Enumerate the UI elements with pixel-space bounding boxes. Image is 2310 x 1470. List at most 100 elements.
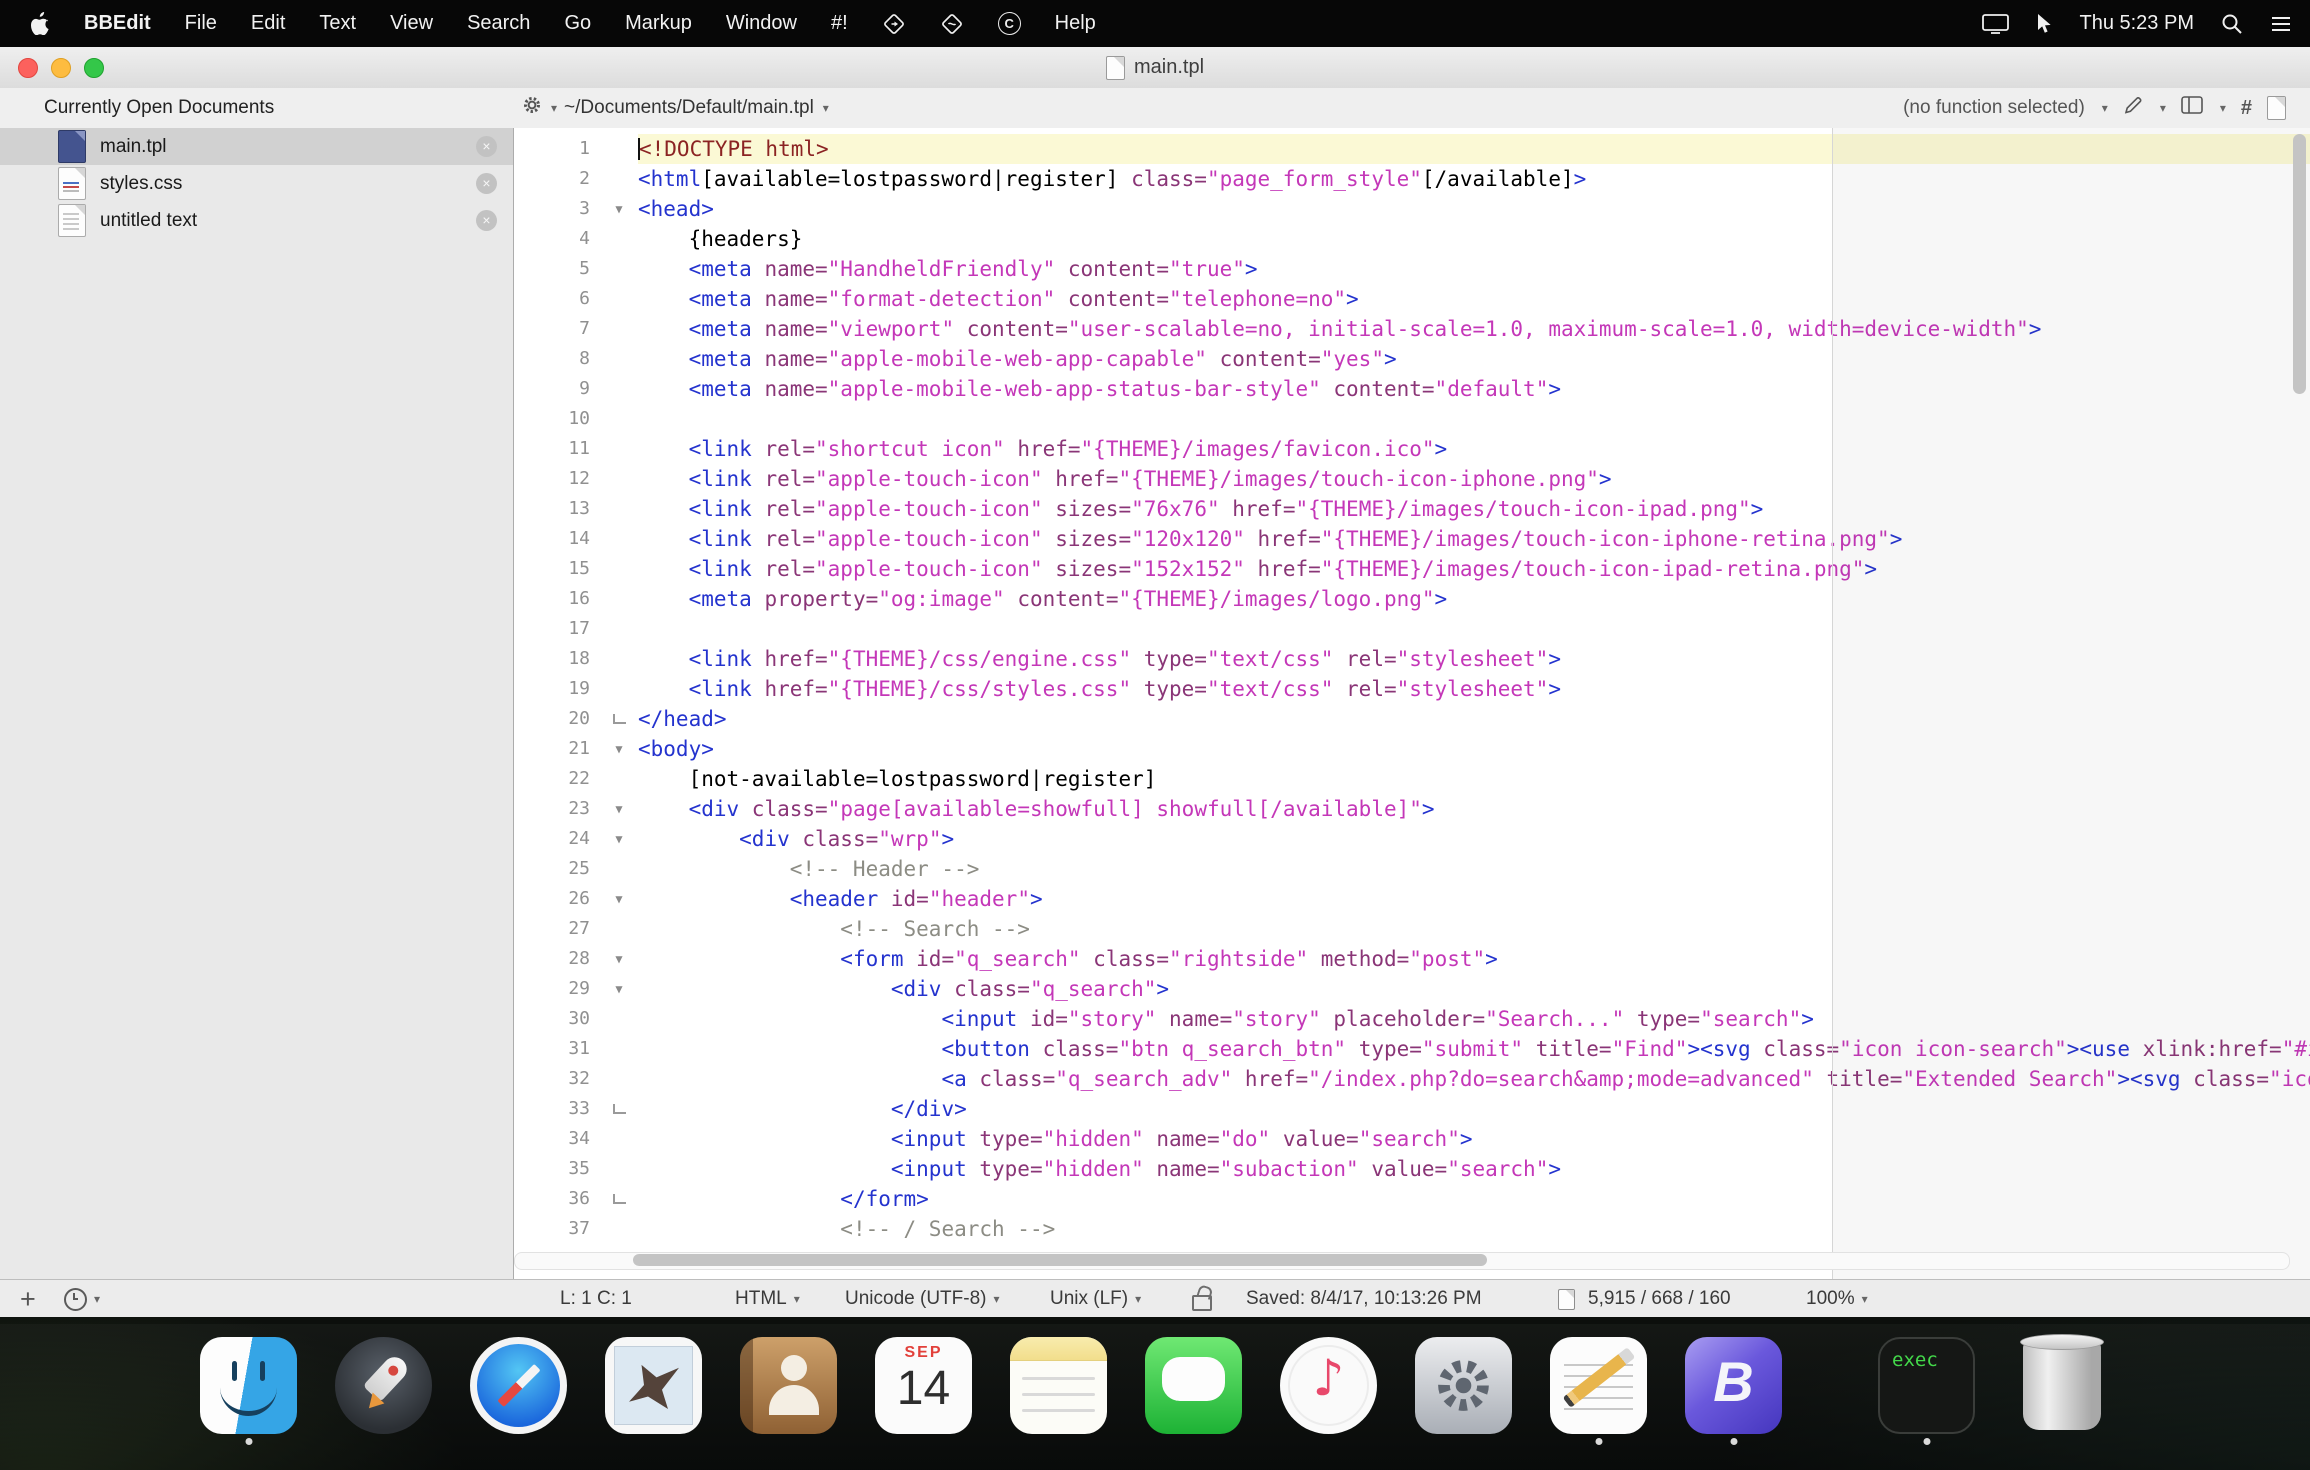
dock-system-preferences[interactable] xyxy=(1415,1337,1512,1441)
add-document-button[interactable]: + xyxy=(20,1280,36,1318)
code-line-16[interactable]: 16 <meta property="og:image" content="{T… xyxy=(514,584,2310,614)
close-document-icon[interactable]: × xyxy=(476,173,497,194)
sidebar-item-styles-css[interactable]: styles.css× xyxy=(0,165,513,202)
code-line-21[interactable]: 21▼<body> xyxy=(514,734,2310,764)
menu-item-window[interactable]: Window xyxy=(709,0,814,47)
dock-calendar[interactable]: SEP14 xyxy=(875,1337,972,1441)
code-line-9[interactable]: 9 <meta name="apple-mobile-web-app-statu… xyxy=(514,374,2310,404)
menu-item-text[interactable]: Text xyxy=(302,0,373,47)
code-line-36[interactable]: 36 </form> xyxy=(514,1184,2310,1214)
code-line-5[interactable]: 5 <meta name="HandheldFriendly" content=… xyxy=(514,254,2310,284)
dock-launchpad[interactable] xyxy=(335,1337,432,1441)
code-line-33[interactable]: 33 </div> xyxy=(514,1094,2310,1124)
dock-textedit[interactable] xyxy=(1550,1337,1647,1441)
code-line-13[interactable]: 13 <link rel="apple-touch-icon" sizes="7… xyxy=(514,494,2310,524)
code-line-35[interactable]: 35 <input type="hidden" name="subaction"… xyxy=(514,1154,2310,1184)
vertical-scrollbar[interactable] xyxy=(2293,134,2306,394)
unlocked-padlock-icon[interactable] xyxy=(1192,1280,1212,1318)
horizontal-scrollbar-thumb[interactable] xyxy=(633,1254,1487,1266)
language-menu[interactable]: HTML ▾ xyxy=(735,1280,800,1318)
zoom-menu[interactable]: 100% ▾ xyxy=(1806,1280,1868,1318)
code-line-37[interactable]: 37 <!-- / Search --> xyxy=(514,1214,2310,1244)
encoding-menu[interactable]: Unicode (UTF-8) ▾ xyxy=(845,1280,1000,1318)
menu-item-file[interactable]: File xyxy=(168,0,234,47)
code-line-11[interactable]: 11 <link rel="shortcut icon" href="{THEM… xyxy=(514,434,2310,464)
dock-messages[interactable] xyxy=(1145,1337,1242,1441)
spotlight-search-icon[interactable] xyxy=(2221,13,2243,35)
document-path[interactable]: ~/Documents/Default/main.tpl xyxy=(564,97,814,119)
hash-icon[interactable]: # xyxy=(2241,97,2252,120)
function-selector[interactable]: (no function selected) xyxy=(1903,97,2085,119)
code-line-10[interactable]: 10 xyxy=(514,404,2310,434)
script-diamond-icon[interactable] xyxy=(923,0,981,47)
fold-open-icon[interactable]: ▼ xyxy=(600,734,638,764)
fold-open-icon[interactable]: ▼ xyxy=(600,194,638,224)
c-circle-icon[interactable]: C xyxy=(981,0,1038,47)
gear-icon[interactable] xyxy=(522,95,542,121)
dock-itunes[interactable]: ♪ xyxy=(1280,1337,1377,1441)
fold-end-icon[interactable] xyxy=(600,1184,638,1214)
split-panes-icon[interactable] xyxy=(2181,96,2203,120)
code-line-18[interactable]: 18 <link href="{THEME}/css/engine.css" t… xyxy=(514,644,2310,674)
code-line-20[interactable]: 20</head> xyxy=(514,704,2310,734)
pointer-icon[interactable] xyxy=(2036,13,2052,35)
code-line-31[interactable]: 31 <button class="btn q_search_btn" type… xyxy=(514,1034,2310,1064)
dock-exec[interactable]: exec xyxy=(1878,1337,1975,1441)
line-endings-menu[interactable]: Unix (LF) ▾ xyxy=(1050,1280,1141,1318)
dock-notes[interactable] xyxy=(1010,1337,1107,1441)
dock-trash[interactable] xyxy=(2013,1337,2110,1441)
code-line-19[interactable]: 19 <link href="{THEME}/css/styles.css" t… xyxy=(514,674,2310,704)
code-line-1[interactable]: 1<!DOCTYPE html> xyxy=(514,134,2310,164)
new-document-icon[interactable] xyxy=(2267,96,2286,120)
code-line-28[interactable]: 28▼ <form id="q_search" class="rightside… xyxy=(514,944,2310,974)
code-line-26[interactable]: 26▼ <header id="header"> xyxy=(514,884,2310,914)
notification-center-icon[interactable] xyxy=(2270,15,2292,33)
pencil-icon[interactable] xyxy=(2123,95,2143,121)
code-line-17[interactable]: 17 xyxy=(514,614,2310,644)
menu-item-edit[interactable]: Edit xyxy=(234,0,302,47)
code-line-27[interactable]: 27 <!-- Search --> xyxy=(514,914,2310,944)
fold-end-icon[interactable] xyxy=(600,704,638,734)
sidebar-item-untitled-text[interactable]: untitled text× xyxy=(0,202,513,239)
title-bar[interactable]: main.tpl xyxy=(0,47,2310,89)
code-line-30[interactable]: 30 <input id="story" name="story" placeh… xyxy=(514,1004,2310,1034)
code-line-24[interactable]: 24▼ <div class="wrp"> xyxy=(514,824,2310,854)
fold-open-icon[interactable]: ▼ xyxy=(600,944,638,974)
menu-item-markup[interactable]: Markup xyxy=(608,0,709,47)
code-line-34[interactable]: 34 <input type="hidden" name="do" value=… xyxy=(514,1124,2310,1154)
code-line-4[interactable]: 4 {headers} xyxy=(514,224,2310,254)
code-line-2[interactable]: 2<html[available=lostpassword|register] … xyxy=(514,164,2310,194)
menu-item-scripts[interactable]: #! xyxy=(814,0,865,47)
horizontal-scrollbar-track[interactable] xyxy=(514,1252,2290,1270)
close-document-icon[interactable]: × xyxy=(476,136,497,157)
fold-open-icon[interactable]: ▼ xyxy=(600,884,638,914)
dock-finder[interactable] xyxy=(200,1337,297,1441)
document-proxy-icon[interactable] xyxy=(1106,56,1125,80)
menu-item-go[interactable]: Go xyxy=(547,0,608,47)
fold-open-icon[interactable]: ▼ xyxy=(600,794,638,824)
dock-bbedit[interactable]: B xyxy=(1685,1337,1782,1441)
code-line-12[interactable]: 12 <link rel="apple-touch-icon" href="{T… xyxy=(514,464,2310,494)
code-line-8[interactable]: 8 <meta name="apple-mobile-web-app-capab… xyxy=(514,344,2310,374)
menu-item-search[interactable]: Search xyxy=(450,0,547,47)
display-icon[interactable] xyxy=(1982,13,2009,34)
code-line-23[interactable]: 23▼ <div class="page[available=showfull]… xyxy=(514,794,2310,824)
menu-item-view[interactable]: View xyxy=(373,0,450,47)
fold-open-icon[interactable]: ▼ xyxy=(600,824,638,854)
fold-end-icon[interactable] xyxy=(600,1094,638,1124)
code-line-14[interactable]: 14 <link rel="apple-touch-icon" sizes="1… xyxy=(514,524,2310,554)
code-line-6[interactable]: 6 <meta name="format-detection" content=… xyxy=(514,284,2310,314)
menu-clock[interactable]: Thu 5:23 PM xyxy=(2079,12,2194,35)
code-line-29[interactable]: 29▼ <div class="q_search"> xyxy=(514,974,2310,1004)
code-line-22[interactable]: 22 [not-available=lostpassword|register] xyxy=(514,764,2310,794)
dock-mail[interactable] xyxy=(605,1337,702,1441)
dock-contacts[interactable] xyxy=(740,1337,837,1441)
code-line-3[interactable]: 3▼<head> xyxy=(514,194,2310,224)
apple-icon[interactable] xyxy=(14,0,67,47)
recent-documents-button[interactable]: ▾ xyxy=(64,1280,100,1318)
code-line-7[interactable]: 7 <meta name="viewport" content="user-sc… xyxy=(514,314,2310,344)
editor[interactable]: 1<!DOCTYPE html>2<html[available=lostpas… xyxy=(514,128,2310,1279)
dock-safari[interactable] xyxy=(470,1337,567,1441)
close-document-icon[interactable]: × xyxy=(476,210,497,231)
code-line-32[interactable]: 32 <a class="q_search_adv" href="/index.… xyxy=(514,1064,2310,1094)
